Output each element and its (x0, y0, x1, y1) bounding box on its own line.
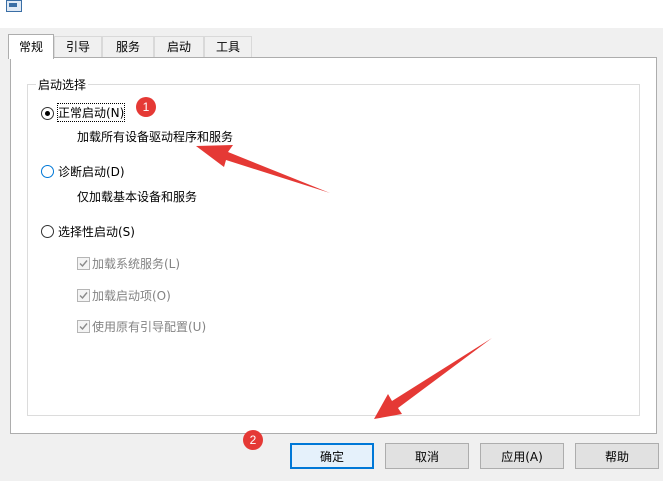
arrow-to-ok-button-icon (374, 338, 492, 419)
arrow-to-normal-startup-icon (196, 145, 330, 193)
annotation-badge-1: 1 (136, 97, 156, 117)
annotation-badge-2: 2 (243, 430, 263, 450)
annotation-arrows (196, 145, 492, 419)
